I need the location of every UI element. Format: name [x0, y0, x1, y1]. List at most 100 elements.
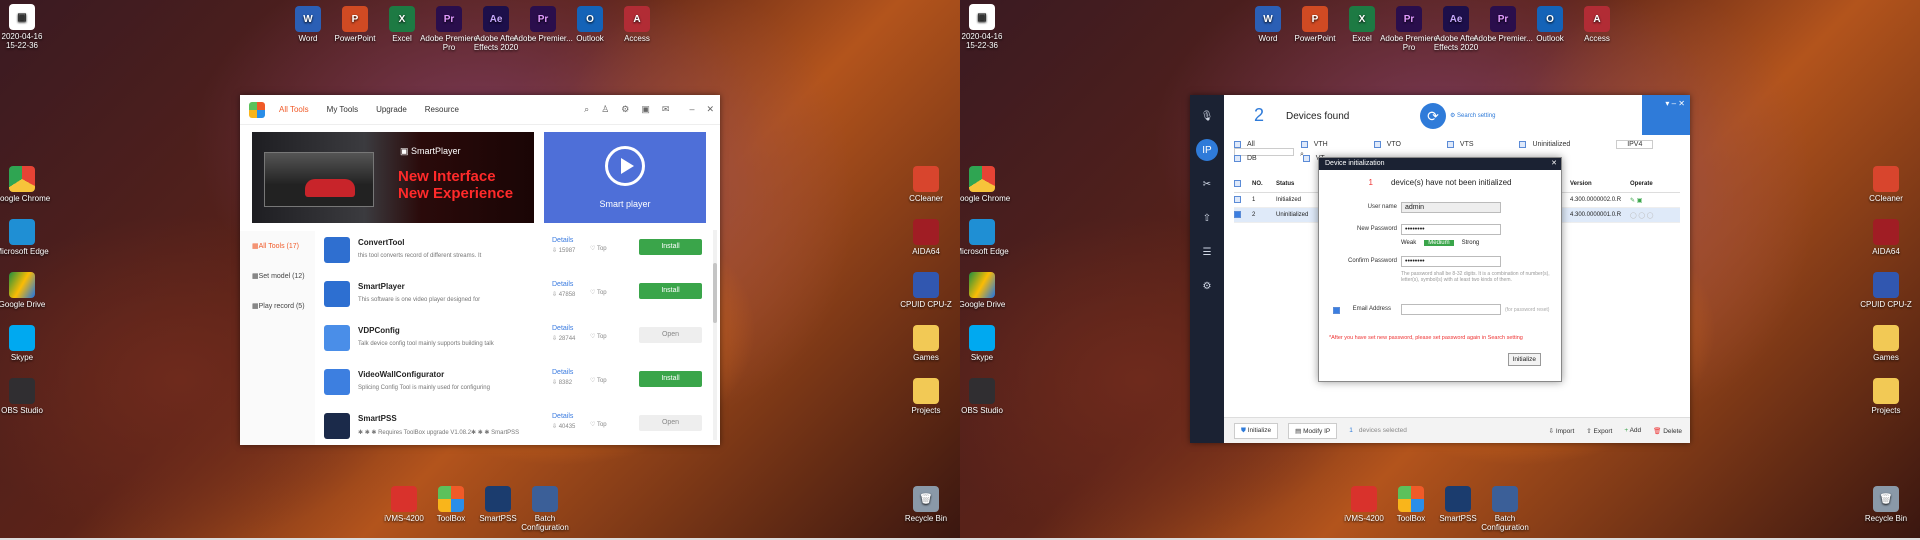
desktop-icon[interactable]: Projects	[1856, 378, 1916, 415]
details-link[interactable]: Details	[552, 281, 573, 288]
minimize-icon[interactable]: ▾ –	[1665, 99, 1676, 108]
details-link[interactable]: Details	[552, 413, 573, 420]
delete-button[interactable]: 🗑 Delete	[1653, 427, 1682, 435]
gear-icon[interactable]: ⚙	[621, 104, 629, 115]
desktop-icon[interactable]: Batch Configuration	[515, 486, 575, 532]
install-button[interactable]: Install	[639, 239, 702, 255]
ip-version-select[interactable]: IPV4	[1616, 140, 1654, 150]
promo-banner[interactable]: ▣ SmartPlayer New Interface New Experien…	[252, 132, 534, 223]
desktop-icon[interactable]: Skype	[960, 325, 1012, 362]
initialize-button[interactable]: ⛊ Initialize	[1234, 422, 1279, 439]
recycle-bin-icon[interactable]: 🗑 Recycle Bin	[1856, 486, 1916, 523]
edit-icon[interactable]: ◯ ◯ ◯	[1630, 212, 1653, 219]
sidebar-item-play-record[interactable]: ▦ Play record (5)	[240, 291, 315, 321]
edit-icon[interactable]: ✎ ▣	[1630, 197, 1642, 204]
tab-all-tools[interactable]: All Tools	[279, 105, 309, 114]
desktop-icon[interactable]: CPUID CPU-Z	[1856, 272, 1916, 309]
desktop-icon[interactable]: Google Chrome	[960, 166, 1012, 203]
checkbox[interactable]	[1373, 141, 1381, 148]
desktop-icon[interactable]: CCleaner	[1856, 166, 1916, 203]
details-link[interactable]: Details	[552, 237, 573, 244]
clock-file-icon[interactable]: ▣ 2020-04-16 15-22-36	[0, 4, 52, 50]
filter-db[interactable]: DB	[1234, 155, 1279, 162]
filter-vto[interactable]: VTO	[1373, 141, 1423, 148]
install-button[interactable]: Install	[639, 371, 702, 387]
row-checkbox[interactable]	[1234, 196, 1241, 204]
tools-icon[interactable]: ✂	[1196, 173, 1218, 195]
tab-my-tools[interactable]: My Tools	[327, 105, 358, 114]
scrollbar-thumb[interactable]	[713, 263, 717, 323]
desktop-icon[interactable]: Batch Configuration	[1475, 486, 1535, 532]
desktop-icon[interactable]: AIDA64	[1856, 219, 1916, 256]
smart-player-card[interactable]: Smart player	[544, 132, 706, 223]
desktop-icon[interactable]: Projects	[896, 378, 956, 415]
clock-file-icon[interactable]: ▣ 2020-04-16 15-22-36	[960, 4, 1012, 50]
filter-uninitialized[interactable]: Uninitialized	[1519, 141, 1592, 148]
ip-icon[interactable]: IP	[1196, 139, 1218, 161]
details-link[interactable]: Details	[552, 325, 573, 332]
desktop-icon[interactable]: CPUID CPU-Z	[896, 272, 956, 309]
pin-top-button[interactable]: ♡ Top	[590, 421, 607, 428]
checkbox[interactable]	[1302, 155, 1310, 162]
modify-ip-button[interactable]: ▤ Modify IP	[1288, 422, 1338, 439]
tab-resource[interactable]: Resource	[425, 105, 459, 114]
open-button[interactable]: Open	[639, 415, 702, 431]
confirm-password-field[interactable]: ••••••••	[1401, 256, 1501, 267]
close-icon[interactable]: ✕	[1678, 99, 1685, 108]
email-field[interactable]	[1401, 304, 1501, 315]
checkbox[interactable]	[1234, 141, 1241, 148]
checkbox[interactable]	[1300, 141, 1308, 148]
initialize-button[interactable]: Initialize	[1507, 353, 1541, 366]
desktop-icon[interactable]: AIDA64	[896, 219, 956, 256]
add-button[interactable]: + Add	[1624, 427, 1641, 434]
open-button[interactable]: Open	[639, 327, 702, 343]
desktop-icon[interactable]: OBS Studio	[0, 378, 52, 415]
filter-all[interactable]: All	[1234, 141, 1277, 148]
desktop-icon[interactable]: OBS Studio	[960, 378, 1012, 415]
close-icon[interactable]: ✕	[1551, 159, 1557, 167]
search-setting-link[interactable]: ⚙ Search setting	[1450, 112, 1495, 119]
checkbox[interactable]	[1519, 141, 1527, 148]
close-icon[interactable]: ✕	[706, 104, 714, 115]
desktop-icon[interactable]: Games	[1856, 325, 1916, 362]
desktop-icon[interactable]: Games	[896, 325, 956, 362]
recycle-bin-icon[interactable]: 🗑 Recycle Bin	[896, 486, 956, 523]
checkbox[interactable]	[1234, 155, 1241, 162]
pin-top-button[interactable]: ♡ Top	[590, 289, 607, 296]
tab-upgrade[interactable]: Upgrade	[376, 105, 407, 114]
box-icon[interactable]: ▣	[641, 104, 650, 115]
filter-vts[interactable]: VTS	[1446, 141, 1496, 148]
install-button[interactable]: Install	[639, 283, 702, 299]
new-password-field[interactable]: ••••••••	[1401, 224, 1501, 235]
export-button[interactable]: ⇧ Export	[1586, 427, 1612, 435]
row-checkbox[interactable]	[1234, 211, 1241, 219]
minimize-icon[interactable]: –	[689, 104, 694, 115]
microphone-icon[interactable]: 🎙	[1196, 105, 1218, 127]
desktop-icon[interactable]: CCleaner	[896, 166, 956, 203]
mail-icon[interactable]: ✉	[662, 104, 670, 115]
upgrade-icon[interactable]: ⇧	[1196, 207, 1218, 229]
desktop-icon[interactable]: Google Drive	[960, 272, 1012, 309]
select-all-checkbox[interactable]	[1234, 179, 1241, 187]
desktop-icon[interactable]: Microsoft Edge	[960, 219, 1012, 256]
filter-vth[interactable]: VTH	[1300, 141, 1350, 148]
pin-top-button[interactable]: ♡ Top	[590, 333, 607, 340]
tool-list-scrollbar[interactable]	[713, 230, 717, 440]
list-icon[interactable]: ☰	[1196, 241, 1218, 263]
search-icon[interactable]: ⌕	[584, 104, 589, 115]
import-button[interactable]: ⇩ Import	[1549, 427, 1575, 435]
desktop-icon[interactable]: A Access	[607, 6, 667, 43]
checkbox[interactable]	[1446, 141, 1454, 148]
pin-top-button[interactable]: ♡ Top	[590, 245, 607, 252]
desktop-icon[interactable]: A Access	[1567, 6, 1627, 43]
sidebar-item-set-model[interactable]: ▦ Set model (12)	[240, 261, 315, 291]
pin-top-button[interactable]: ♡ Top	[590, 377, 607, 384]
username-field[interactable]: admin	[1401, 202, 1501, 213]
desktop-icon[interactable]: Google Chrome	[0, 166, 52, 203]
user-icon[interactable]: ♙	[601, 104, 609, 115]
desktop-icon[interactable]: Microsoft Edge	[0, 219, 52, 256]
sidebar-item-all-tools[interactable]: ▦ All Tools (17)	[240, 231, 315, 261]
desktop-icon[interactable]: Skype	[0, 325, 52, 362]
details-link[interactable]: Details	[552, 369, 573, 376]
device-icon[interactable]: ⚙	[1196, 275, 1218, 297]
